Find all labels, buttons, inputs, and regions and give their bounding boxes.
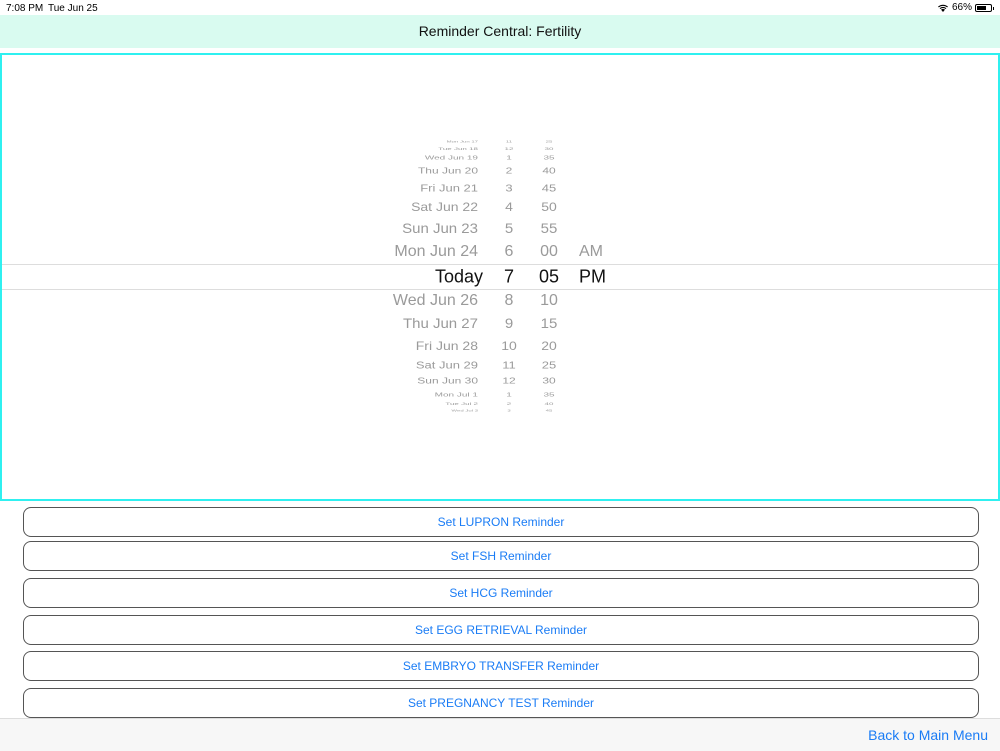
picker-minute: 45 bbox=[541, 182, 557, 194]
picker-date: Mon Jun 17 bbox=[446, 140, 478, 144]
picker-minute: 25 bbox=[545, 140, 553, 144]
picker-date: Thu Jun 27 bbox=[402, 316, 478, 332]
bottom-toolbar: Back to Main Menu bbox=[0, 718, 1000, 751]
set-reminder-button[interactable]: Set LUPRON Reminder bbox=[23, 507, 979, 537]
picker-minute: 05 bbox=[538, 266, 560, 287]
picker-hour: 6 bbox=[504, 243, 514, 260]
picker-date: Wed Jun 19 bbox=[424, 154, 478, 162]
picker-hour: 4 bbox=[505, 200, 513, 214]
picker-date: Sun Jun 30 bbox=[417, 376, 478, 386]
picker-hour: 3 bbox=[505, 182, 513, 194]
picker-hour: 1 bbox=[506, 154, 512, 162]
picker-minute: 15 bbox=[540, 316, 558, 332]
picker-hour: 10 bbox=[501, 339, 517, 353]
picker-ampm: AM bbox=[579, 243, 603, 260]
picker-minute: 50 bbox=[541, 200, 557, 214]
picker-date: Fri Jun 21 bbox=[420, 182, 478, 194]
picker-hour: 2 bbox=[505, 166, 513, 176]
picker-date: Sat Jun 29 bbox=[415, 359, 478, 371]
picker-minute: 25 bbox=[541, 359, 557, 371]
picker-date: Wed Jun 26 bbox=[392, 292, 478, 309]
battery-percent: 66% bbox=[951, 2, 972, 13]
picker-date: Tue Jul 2 bbox=[445, 401, 478, 407]
picker-date: Today bbox=[434, 266, 483, 287]
picker-date: Tue Jun 18 bbox=[438, 146, 478, 152]
status-date: Tue Jun 25 bbox=[48, 3, 98, 14]
picker-minute: 10 bbox=[540, 292, 558, 309]
status-time: 7:08 PM bbox=[6, 3, 44, 14]
picker-selection-bottom bbox=[2, 289, 998, 290]
set-reminder-button[interactable]: Set EMBRYO TRANSFER Reminder bbox=[23, 651, 979, 681]
picker-selection-top bbox=[2, 264, 998, 265]
picker-minute: 00 bbox=[540, 243, 558, 260]
page-title: Reminder Central: Fertility bbox=[418, 23, 582, 39]
picker-hour: 5 bbox=[504, 221, 514, 237]
picker-date: Sun Jun 23 bbox=[402, 221, 478, 237]
picker-minute: 40 bbox=[544, 401, 554, 407]
set-reminder-button[interactable]: Set PREGNANCY TEST Reminder bbox=[23, 688, 979, 718]
battery-icon bbox=[975, 3, 994, 12]
picker-minute: 55 bbox=[540, 221, 558, 237]
set-reminder-button[interactable]: Set EGG RETRIEVAL Reminder bbox=[23, 615, 979, 645]
set-reminder-button[interactable]: Set HCG Reminder bbox=[23, 578, 979, 608]
picker-hour: 9 bbox=[504, 316, 514, 332]
picker-hour: 3 bbox=[507, 409, 511, 413]
picker-hour: 12 bbox=[504, 146, 514, 152]
picker-date: Mon Jun 24 bbox=[394, 243, 478, 260]
picker-date: Wed Jul 3 bbox=[451, 409, 478, 413]
picker-minute: 30 bbox=[542, 376, 556, 386]
wifi-icon bbox=[937, 4, 948, 12]
picker-date: Thu Jun 20 bbox=[417, 166, 478, 176]
picker-minute: 40 bbox=[542, 166, 556, 176]
picker-minute: 45 bbox=[545, 409, 553, 413]
picker-minute: 20 bbox=[541, 339, 557, 353]
nav-bar: Reminder Central: Fertility bbox=[0, 15, 1000, 48]
set-reminder-button[interactable]: Set FSH Reminder bbox=[23, 541, 979, 571]
picker-hour: 7 bbox=[503, 266, 514, 287]
picker-hour: 8 bbox=[504, 292, 514, 309]
picker-hour: 11 bbox=[505, 140, 513, 144]
picker-date: Fri Jun 28 bbox=[415, 339, 478, 353]
picker-ampm: PM bbox=[579, 266, 606, 287]
picker-hour: 2 bbox=[506, 401, 512, 407]
picker-hour: 1 bbox=[506, 391, 512, 399]
back-to-main-menu-button[interactable]: Back to Main Menu bbox=[868, 727, 988, 743]
picker-minute: 35 bbox=[543, 154, 555, 162]
picker-minute: 35 bbox=[543, 391, 555, 399]
picker-date: Mon Jul 1 bbox=[434, 391, 478, 399]
picker-date: Sat Jun 22 bbox=[411, 200, 478, 214]
status-bar: 7:08 PM Tue Jun 25 66% bbox=[0, 0, 1000, 15]
picker-hour: 11 bbox=[502, 359, 516, 371]
picker-minute: 30 bbox=[544, 146, 554, 152]
picker-hour: 12 bbox=[502, 376, 516, 386]
